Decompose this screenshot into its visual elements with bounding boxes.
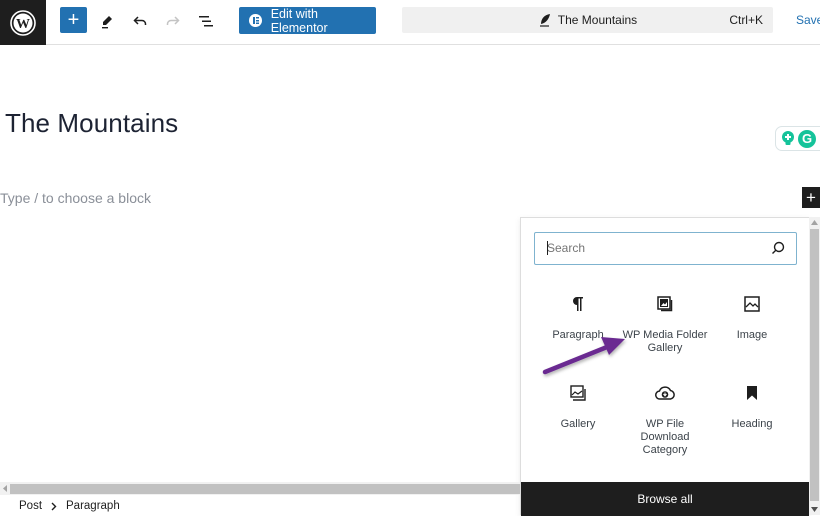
svg-text:W: W bbox=[16, 17, 30, 32]
plus-icon: + bbox=[806, 188, 816, 207]
breadcrumb-item-post[interactable]: Post bbox=[19, 500, 42, 512]
browse-all-label: Browse all bbox=[637, 492, 693, 506]
block-paragraph[interactable]: Paragraph bbox=[535, 292, 621, 342]
block-inserter-toggle[interactable]: + bbox=[802, 187, 820, 208]
chevron-right-icon bbox=[51, 502, 57, 510]
paragraph-icon bbox=[573, 297, 583, 311]
block-label: WP File Download Category bbox=[640, 418, 690, 456]
block-gallery[interactable]: Gallery bbox=[535, 381, 621, 431]
command-palette-bar[interactable]: The Mountains Ctrl+K bbox=[402, 7, 773, 33]
vertical-scrollbar-thumb[interactable] bbox=[810, 229, 819, 501]
plus-icon: + bbox=[67, 9, 80, 31]
grammarly-widget[interactable]: G bbox=[775, 126, 820, 151]
scroll-down-arrow-icon[interactable] bbox=[809, 504, 820, 515]
command-bar-title: The Mountains bbox=[557, 13, 638, 27]
block-breadcrumb: Post Paragraph bbox=[19, 500, 120, 512]
bookmark-icon bbox=[747, 386, 757, 400]
breadcrumb-item-paragraph: Paragraph bbox=[66, 500, 120, 512]
redo-icon bbox=[166, 16, 180, 25]
undo-icon bbox=[133, 16, 147, 25]
tools-button[interactable] bbox=[95, 9, 119, 33]
block-label: Paragraph bbox=[552, 329, 604, 341]
post-title[interactable]: The Mountains bbox=[5, 108, 178, 139]
wordpress-logo-button[interactable]: W bbox=[0, 0, 46, 45]
block-label: WP Media Folder Gallery bbox=[622, 329, 708, 354]
document-overview-button[interactable] bbox=[194, 9, 218, 33]
cloud-download-icon bbox=[655, 386, 675, 400]
command-shortcut: Ctrl+K bbox=[729, 13, 763, 27]
pencil-icon bbox=[102, 16, 112, 29]
save-button[interactable]: Save bbox=[796, 13, 820, 27]
image-icon bbox=[744, 296, 760, 312]
horizontal-scrollbar-thumb[interactable] bbox=[10, 484, 520, 494]
block-wp-media-folder-gallery[interactable]: WP Media Folder Gallery bbox=[622, 292, 708, 355]
editor-top-toolbar: W + Edit with Elementor The Mountains Ct… bbox=[0, 0, 820, 45]
feather-icon bbox=[539, 14, 550, 27]
grammarly-logo-icon: G bbox=[798, 129, 816, 148]
quick-inserter-panel: Paragraph WP Media Folder Gallery Image … bbox=[520, 217, 809, 516]
redo-button[interactable] bbox=[161, 9, 185, 33]
add-block-button[interactable]: + bbox=[60, 7, 87, 33]
wordpress-logo-icon: W bbox=[10, 9, 36, 36]
lightbulb-icon bbox=[782, 130, 794, 145]
block-image[interactable]: Image bbox=[709, 292, 795, 342]
block-search[interactable] bbox=[534, 232, 797, 265]
browse-all-button[interactable]: Browse all bbox=[521, 482, 809, 516]
search-icon bbox=[772, 241, 785, 254]
media-gallery-icon bbox=[657, 296, 673, 312]
horizontal-scrollbar[interactable] bbox=[0, 482, 520, 495]
elementor-button-label: Edit with Elementor bbox=[270, 6, 328, 35]
block-label: Image bbox=[736, 329, 768, 341]
block-wp-file-download-category[interactable]: WP File Download Category bbox=[622, 381, 708, 457]
text-caret bbox=[547, 241, 548, 255]
block-label: Heading bbox=[731, 418, 773, 430]
elementor-icon bbox=[249, 14, 262, 27]
vertical-scrollbar[interactable] bbox=[809, 217, 820, 515]
block-heading[interactable]: Heading bbox=[709, 381, 795, 431]
undo-button[interactable] bbox=[128, 9, 152, 33]
scroll-up-arrow-icon[interactable] bbox=[809, 217, 820, 228]
block-placeholder[interactable]: Type / to choose a block bbox=[0, 190, 151, 206]
edit-with-elementor-button[interactable]: Edit with Elementor bbox=[239, 6, 376, 35]
gallery-icon bbox=[570, 385, 586, 401]
scroll-left-arrow-icon[interactable] bbox=[0, 482, 9, 495]
block-search-input[interactable] bbox=[535, 233, 765, 263]
block-label: Gallery bbox=[560, 418, 596, 430]
list-view-icon bbox=[199, 16, 213, 27]
